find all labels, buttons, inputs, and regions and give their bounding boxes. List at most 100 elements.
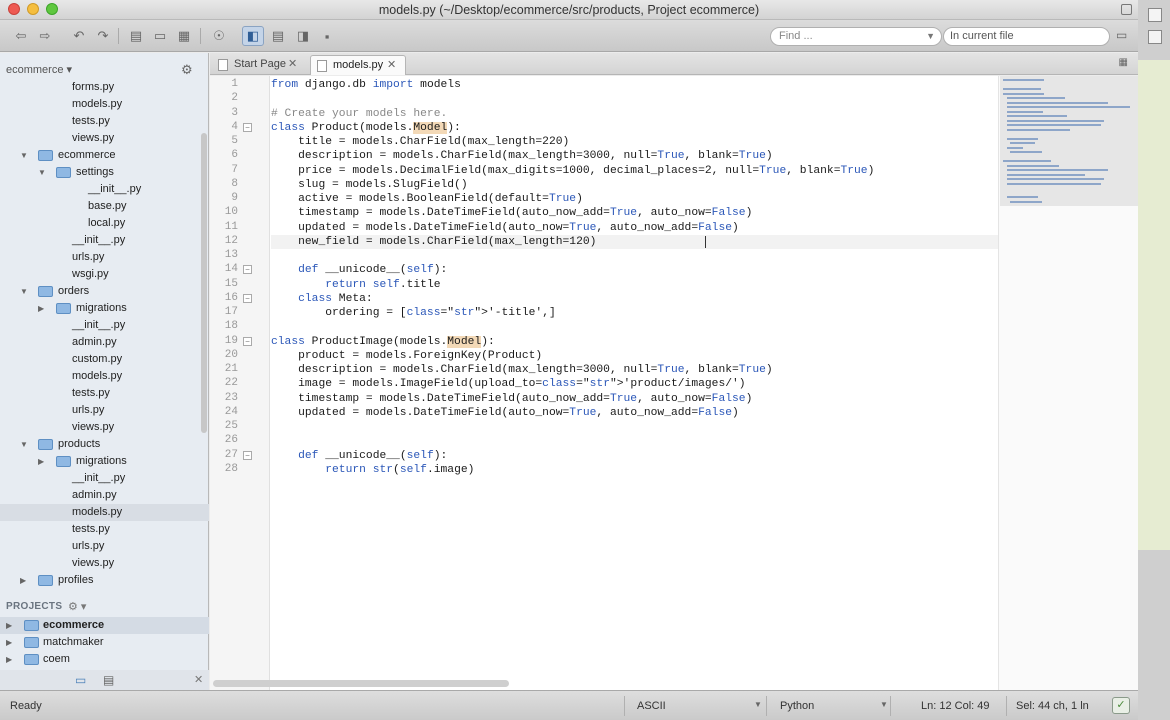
- expanded-arrow-icon[interactable]: ▼: [20, 283, 28, 300]
- save-icon[interactable]: ▦: [173, 26, 195, 46]
- code-line[interactable]: updated = models.DateTimeField(auto_now=…: [271, 221, 998, 235]
- tree-file[interactable]: tests.py: [0, 385, 209, 402]
- code-line[interactable]: [271, 434, 998, 448]
- desktop-file-icon[interactable]: [1148, 8, 1162, 22]
- expanded-arrow-icon[interactable]: ▼: [38, 164, 46, 181]
- language-select[interactable]: Python: [780, 700, 814, 712]
- code-line[interactable]: title = models.CharField(max_length=220): [271, 135, 998, 149]
- tree-file[interactable]: forms.py: [0, 79, 209, 96]
- fold-toggle-icon[interactable]: −: [243, 265, 252, 275]
- tree-folder[interactable]: ▼ ecommerce: [0, 147, 209, 164]
- new-file-icon[interactable]: ▤: [125, 26, 147, 46]
- fold-toggle-icon[interactable]: −: [243, 450, 252, 460]
- code-line[interactable]: [271, 420, 998, 434]
- tree-folder[interactable]: ▶ migrations: [0, 453, 209, 470]
- code-line[interactable]: image = models.ImageField(upload_to=clas…: [271, 377, 998, 391]
- open-folder-icon[interactable]: ▭: [149, 26, 171, 46]
- close-icon[interactable]: ✕: [194, 673, 203, 686]
- code-line[interactable]: slug = models.SlugField(): [271, 178, 998, 192]
- tree-file[interactable]: tests.py: [0, 521, 209, 538]
- code-line[interactable]: active = models.BooleanField(default=Tru…: [271, 192, 998, 206]
- back-arrow-icon[interactable]: ⇦: [10, 26, 32, 46]
- collapsed-arrow-icon[interactable]: ▶: [6, 617, 12, 634]
- expanded-arrow-icon[interactable]: ▼: [20, 147, 28, 164]
- tab-start-page[interactable]: Start Page ✕: [212, 55, 308, 75]
- code-line[interactable]: [271, 249, 998, 263]
- tree-folder[interactable]: ▼ products: [0, 436, 209, 453]
- browser-preview-icon[interactable]: ☉: [208, 26, 230, 46]
- tree-folder[interactable]: ▼ orders: [0, 283, 209, 300]
- tree-file[interactable]: local.py: [0, 215, 209, 232]
- code-line[interactable]: new_field = models.CharField(max_length=…: [271, 234, 998, 249]
- project-item[interactable]: ▶ coem: [0, 651, 209, 668]
- tree-file[interactable]: __init__.py: [0, 232, 209, 249]
- folder-icon[interactable]: ▭: [1116, 28, 1132, 42]
- tab-menu-icon[interactable]: ▦: [1119, 57, 1128, 68]
- code-line[interactable]: timestamp = models.DateTimeField(auto_no…: [271, 392, 998, 406]
- toggle-bottom-pane-icon[interactable]: ▤: [267, 26, 289, 46]
- code-line[interactable]: timestamp = models.DateTimeField(auto_no…: [271, 206, 998, 220]
- chevron-down-icon[interactable]: ▼: [880, 700, 888, 709]
- sidebar-project-label[interactable]: ecommerce ▾: [6, 63, 72, 76]
- tree-file[interactable]: views.py: [0, 130, 209, 147]
- toggle-right-pane-icon[interactable]: ◨: [292, 26, 314, 46]
- tree-file[interactable]: urls.py: [0, 402, 209, 419]
- tree-file[interactable]: models.py: [0, 368, 209, 385]
- code-line[interactable]: # Create your models here.: [271, 107, 998, 121]
- close-tab-icon[interactable]: ✕: [288, 55, 297, 74]
- minimap[interactable]: [998, 76, 1138, 690]
- chevron-down-icon[interactable]: ▼: [754, 700, 762, 709]
- tab-models-py[interactable]: models.py ✕: [310, 55, 406, 75]
- collapsed-arrow-icon[interactable]: ▶: [20, 572, 26, 589]
- find-scope-select[interactable]: In current file: [943, 27, 1110, 46]
- close-tab-icon[interactable]: ✕: [387, 56, 396, 75]
- toggle-sidebar-icon[interactable]: ◧: [242, 26, 264, 46]
- code-line[interactable]: from django.db import models: [271, 78, 998, 92]
- tree-file[interactable]: urls.py: [0, 538, 209, 555]
- project-item[interactable]: ▶ ecommerce: [0, 617, 209, 634]
- tree-file[interactable]: urls.py: [0, 249, 209, 266]
- tree-file[interactable]: admin.py: [0, 334, 209, 351]
- tree-file[interactable]: views.py: [0, 419, 209, 436]
- tree-file[interactable]: __init__.py: [0, 470, 209, 487]
- collapsed-arrow-icon[interactable]: ▶: [6, 651, 12, 668]
- code-line[interactable]: description = models.CharField(max_lengt…: [271, 363, 998, 377]
- collapsed-arrow-icon[interactable]: ▶: [6, 634, 12, 651]
- syntax-check-icon[interactable]: ✓: [1112, 697, 1130, 714]
- code-line[interactable]: price = models.DecimalField(max_digits=1…: [271, 164, 998, 178]
- gear-icon[interactable]: ⚙: [181, 62, 193, 78]
- code-line[interactable]: description = models.CharField(max_lengt…: [271, 149, 998, 163]
- project-item[interactable]: ▶ matchmaker: [0, 634, 209, 651]
- code-editor[interactable]: 1 2 3 4−5 6 7 8 9 10 11 12 13 14−15 16−17 18 19−20 21 22 2…: [210, 76, 1138, 690]
- code-line[interactable]: return str(self.image): [271, 463, 998, 477]
- tree-file[interactable]: tests.py: [0, 113, 209, 130]
- code-line[interactable]: def __unicode__(self):: [271, 449, 998, 463]
- redo-icon[interactable]: ↷: [92, 26, 114, 46]
- find-input[interactable]: Find ... ▼: [770, 27, 942, 46]
- tree-file[interactable]: base.py: [0, 198, 209, 215]
- projects-gear-icon[interactable]: ⚙ ▾: [68, 600, 86, 613]
- tree-file[interactable]: __init__.py: [0, 317, 209, 334]
- horizontal-scrollbar[interactable]: [213, 680, 509, 687]
- code-line[interactable]: product = models.ForeignKey(Product): [271, 349, 998, 363]
- code-line[interactable]: ordering = [class="str">'-title',]: [271, 306, 998, 320]
- chevron-down-icon[interactable]: ▼: [926, 28, 935, 45]
- encoding-select[interactable]: ASCII: [637, 700, 666, 712]
- undo-icon[interactable]: ↶: [68, 26, 90, 46]
- tree-file[interactable]: admin.py: [0, 487, 209, 504]
- collapsed-arrow-icon[interactable]: ▶: [38, 300, 44, 317]
- copy-icon[interactable]: ▤: [103, 673, 114, 687]
- fullscreen-icon[interactable]: [1121, 4, 1132, 15]
- minimap-viewport[interactable]: [1000, 76, 1138, 206]
- desktop-file-icon[interactable]: [1148, 30, 1162, 44]
- tree-file[interactable]: __init__.py: [0, 181, 209, 198]
- tree-file[interactable]: views.py: [0, 555, 209, 572]
- code-line[interactable]: [271, 92, 998, 106]
- fold-toggle-icon[interactable]: −: [243, 122, 252, 132]
- fold-toggle-icon[interactable]: −: [243, 336, 252, 346]
- code-line[interactable]: class Meta:: [271, 292, 998, 306]
- tree-file[interactable]: wsgi.py: [0, 266, 209, 283]
- forward-arrow-icon[interactable]: ⇨: [34, 26, 56, 46]
- tree-folder[interactable]: ▶ profiles: [0, 572, 209, 589]
- code-line[interactable]: class Product(models.Model):: [271, 121, 998, 135]
